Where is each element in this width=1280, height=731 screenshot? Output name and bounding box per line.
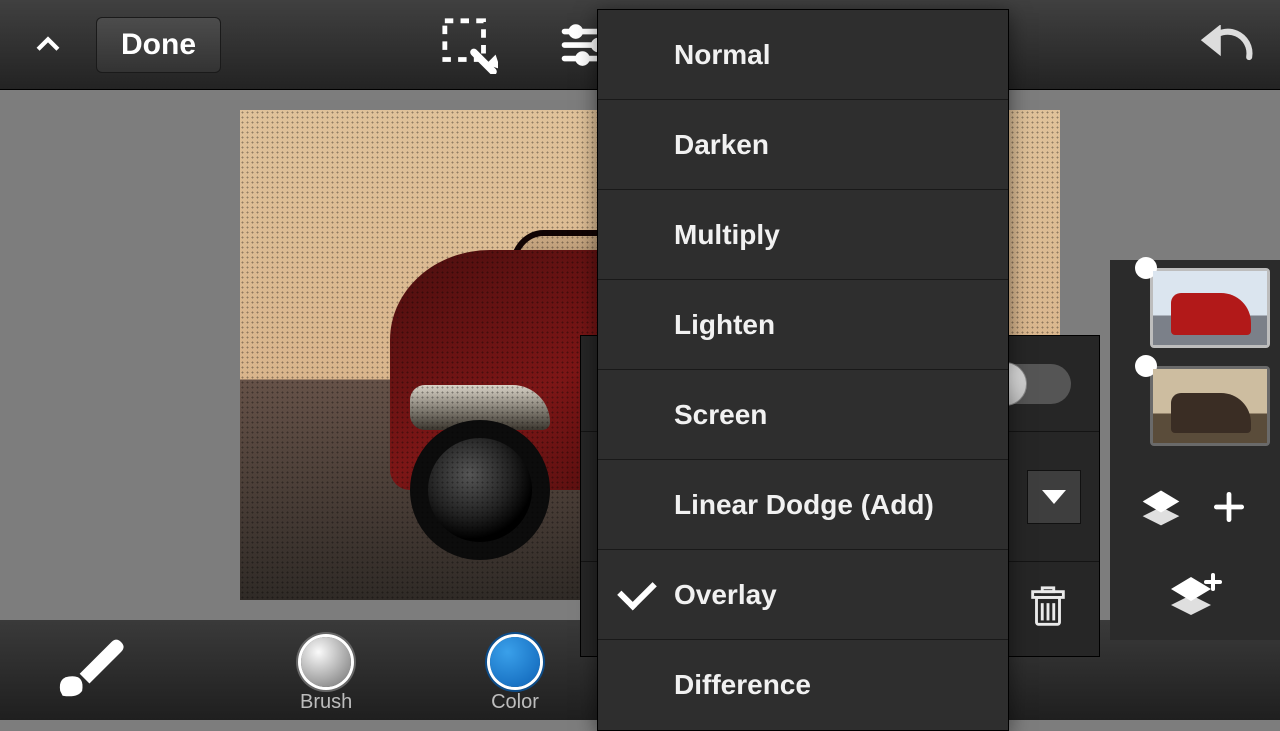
layer-thumbnail-2[interactable] [1150,366,1270,446]
blend-mode-difference[interactable]: Difference [598,640,1008,730]
brush-label: Brush [300,691,352,714]
blend-mode-screen[interactable]: Screen [598,370,1008,460]
add-button[interactable] [1196,474,1262,540]
blend-mode-multiply[interactable]: Multiply [598,190,1008,280]
color-swatch-icon [490,637,540,687]
brush-tool-icon[interactable] [48,625,126,708]
layers-actions [1120,464,1270,544]
layer-preview-icon [1153,369,1267,443]
layers-icon[interactable] [1128,474,1194,540]
layer-thumbnail-1[interactable] [1150,268,1270,348]
trash-icon[interactable] [1025,584,1071,635]
chevron-down-icon [1042,490,1066,504]
top-tools-group [440,0,616,90]
done-button[interactable]: Done [96,17,221,73]
layer-preview-icon [1153,271,1267,345]
layers-panel [1110,260,1280,640]
color-label: Color [491,691,539,714]
blend-mode-normal[interactable]: Normal [598,10,1008,100]
color-picker[interactable]: Color [490,637,540,714]
undo-button[interactable] [1190,0,1260,90]
blend-mode-lighten[interactable]: Lighten [598,280,1008,370]
layers-actions-2 [1120,562,1270,632]
blend-mode-dropdown-button[interactable] [1027,470,1081,524]
blend-mode-linear-dodge[interactable]: Linear Dodge (Add) [598,460,1008,550]
blend-mode-overlay[interactable]: Overlay [598,550,1008,640]
collapse-up-button[interactable] [18,15,78,75]
brush-swatch-icon [301,637,351,687]
blend-mode-menu: Normal Darken Multiply Lighten Screen Li… [597,9,1009,731]
blend-mode-darken[interactable]: Darken [598,100,1008,190]
add-layer-icon[interactable] [1128,562,1262,628]
brush-picker[interactable]: Brush [300,637,352,714]
selection-edit-icon[interactable] [440,16,498,74]
